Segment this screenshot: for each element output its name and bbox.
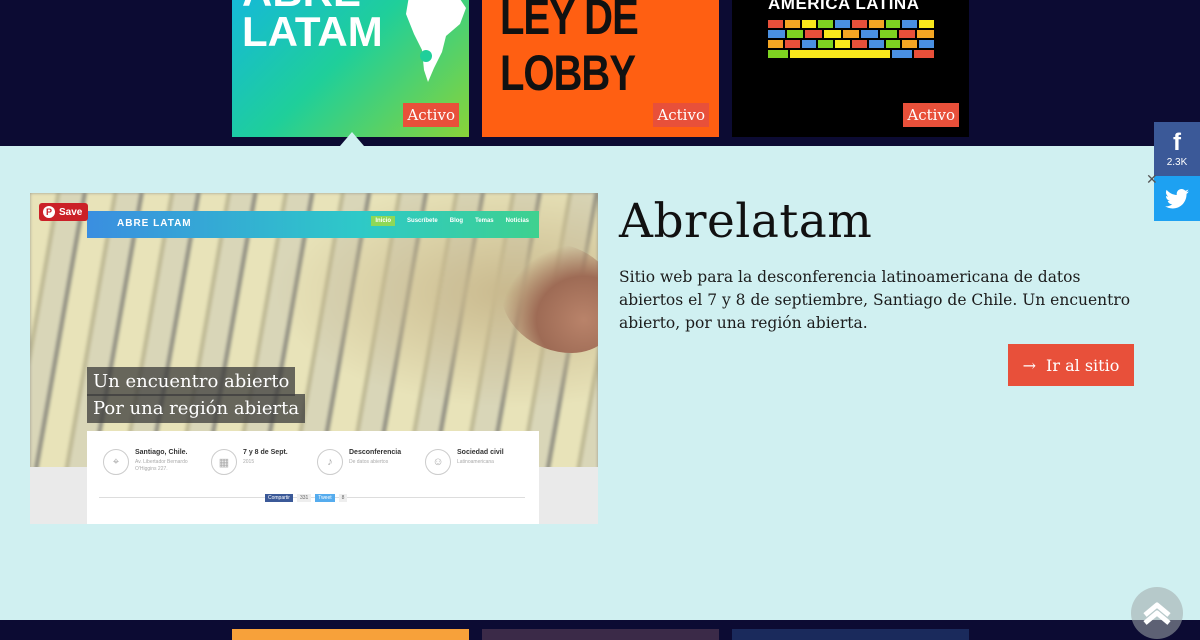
facebook-share-button[interactable]: f 2.3K [1154, 122, 1200, 176]
screenshot-info-card: ⌖ Santiago, Chile. Av. Libertador Bernard… [87, 431, 539, 524]
panel-pointer [340, 132, 364, 146]
arrow-right-icon: → [1022, 355, 1037, 375]
screenshot-hero-line-2: Por una región abierta [87, 394, 306, 423]
project-tile-abrelatam[interactable]: ABRE LATAM Activo [232, 0, 469, 137]
project-grid-bottom [0, 620, 1200, 640]
south-america-map-icon [406, 0, 466, 82]
project-screenshot: ABRE LATAM Inicio Suscríbete Blog Temas … [30, 193, 598, 524]
menu-item: Inicio [371, 216, 396, 226]
chevron-up-icon [1143, 602, 1171, 625]
tile-title: LEY DE LOBBY [500, 0, 639, 102]
feature-sub: Av. Libertador Bernardo O'Higgins 227. [135, 459, 188, 472]
feature-sub: Latinoamericana [457, 459, 494, 465]
screenshot-hero-line-1: Un encuentro abierto [87, 367, 296, 396]
project-title: Abrelatam [619, 194, 873, 249]
project-tile[interactable] [232, 629, 469, 640]
scroll-to-top-button[interactable] [1131, 587, 1183, 639]
facebook-share-count: 2.3K [1166, 156, 1188, 168]
status-badge: Activo [403, 103, 459, 127]
feature-event-type: ♪ Desconferencia De datos abiertos [317, 449, 407, 475]
pinterest-save-button[interactable]: P Save [39, 203, 89, 221]
feature-sub: 2015 [243, 459, 255, 465]
feature-audience: ☺ Sociedad civil Latinoamericana [425, 449, 515, 475]
save-label: Save [59, 206, 83, 218]
pinterest-icon: P [43, 206, 55, 218]
tile-title: ABRE LATAM [242, 0, 383, 55]
project-tile-ley-de-lobby[interactable]: LEY DE LOBBY Activo [482, 0, 719, 137]
feature-sub: De datos abiertos [349, 459, 389, 465]
feature-title: Sociedad civil [457, 449, 504, 456]
screenshot-menu: Inicio Suscríbete Blog Temas Noticias [371, 216, 529, 226]
feature-title: Santiago, Chile. [135, 449, 188, 456]
visit-site-button[interactable]: → Ir al sitio [1008, 344, 1134, 386]
status-badge: Activo [903, 103, 959, 127]
twitter-share-button[interactable] [1154, 176, 1200, 221]
tile-title: AMÉRICA LATINA [768, 0, 920, 13]
share-twitter-count: 8 [338, 494, 348, 502]
feature-title: 7 y 8 de Sept. [243, 449, 288, 456]
project-grid-top: ABRE LATAM Activo LEY DE LOBBY Activo AM… [0, 0, 1200, 146]
feature-title: Desconferencia [349, 449, 402, 456]
screenshot-navbar: ABRE LATAM Inicio Suscríbete Blog Temas … [87, 211, 539, 238]
keyboard-graphic [768, 20, 935, 60]
menu-item: Temas [475, 218, 494, 224]
screenshot-share-buttons: Compartir 331 Tweet 8 [265, 494, 348, 502]
project-tile[interactable] [482, 629, 719, 640]
share-facebook: Compartir [265, 494, 293, 502]
people-icon: ☺ [425, 449, 451, 475]
facebook-icon: f [1173, 128, 1181, 156]
menu-item: Noticias [505, 218, 529, 224]
feature-location: ⌖ Santiago, Chile. Av. Libertador Bernard… [103, 449, 193, 475]
location-icon: ⌖ [103, 449, 129, 475]
twitter-icon [1165, 188, 1189, 208]
status-badge: Activo [653, 103, 709, 127]
project-tile[interactable] [732, 629, 969, 640]
project-detail-panel: ABRE LATAM Inicio Suscríbete Blog Temas … [0, 146, 1200, 620]
screenshot-logo: ABRE LATAM [117, 218, 192, 229]
close-share-bar-icon[interactable]: ✕ [1146, 172, 1158, 188]
calendar-icon: ▦ [211, 449, 237, 475]
visit-site-label: Ir al sitio [1046, 355, 1120, 375]
share-twitter: Tweet [315, 494, 335, 502]
social-share-bar: f 2.3K [1154, 122, 1200, 221]
project-tile-america-latina[interactable]: AMÉRICA LATINA Activo [732, 0, 969, 137]
menu-item: Blog [449, 218, 464, 224]
share-facebook-count: 331 [296, 494, 312, 502]
menu-item: Suscríbete [407, 218, 438, 224]
project-description: Sitio web para la desconferencia latinoa… [619, 268, 1131, 332]
microphone-icon: ♪ [317, 449, 343, 475]
feature-date: ▦ 7 y 8 de Sept. 2015 [211, 449, 301, 475]
